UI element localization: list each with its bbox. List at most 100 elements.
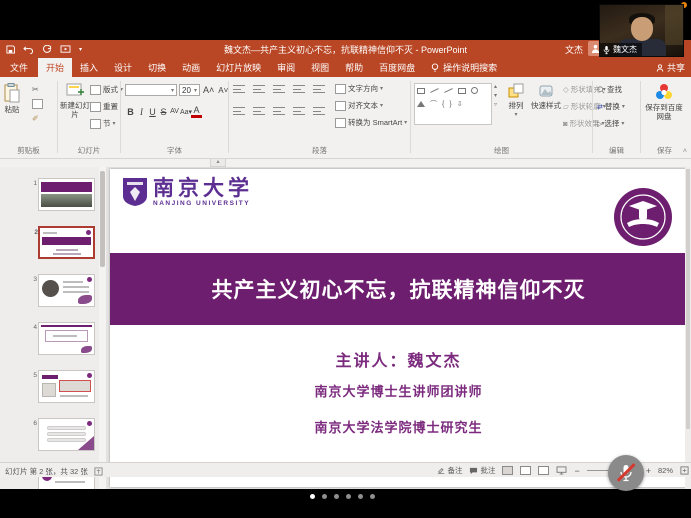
fit-to-window-icon[interactable] [680, 466, 689, 475]
section-button[interactable]: 节▾ [90, 118, 116, 129]
char-spacing-icon[interactable]: AV [169, 108, 180, 115]
view-slideshow-button[interactable] [556, 466, 567, 475]
speaker-title-2[interactable]: 南京大学法学院博士研究生 [110, 417, 687, 436]
thumbnail-slide-1[interactable]: 1 [38, 178, 95, 211]
floating-mic-muted-button[interactable] [608, 455, 644, 491]
grow-font-icon[interactable]: A˄ [203, 85, 214, 95]
view-normal-button[interactable] [502, 466, 513, 475]
scrollbar-thumb[interactable] [686, 169, 690, 429]
thumbnail-slide-4[interactable]: 4 [38, 322, 95, 355]
save-to-baidu-pan-button[interactable]: 保存到百度网盘 [645, 83, 683, 121]
change-case-icon[interactable]: Aa▾ [180, 108, 191, 116]
zoom-in-button[interactable]: + [646, 466, 651, 476]
zoom-level[interactable]: 82% [658, 466, 673, 475]
tab-slideshow[interactable]: 幻灯片放映 [208, 58, 269, 77]
align-left-icon[interactable] [233, 107, 245, 115]
replace-button[interactable]: ⇄ 替换▾ [597, 101, 625, 112]
scrollbar-thumb[interactable] [100, 171, 105, 267]
layout-button[interactable]: 版式▾ [90, 84, 123, 95]
thumbnail-slide-3[interactable]: 3 [38, 274, 95, 307]
tab-review[interactable]: 审阅 [269, 58, 303, 77]
shape-rectangle-icon[interactable] [458, 88, 466, 94]
justify-icon[interactable] [293, 107, 305, 115]
tab-design[interactable]: 设计 [106, 58, 140, 77]
slide-title-banner[interactable]: 共产主义初心不忘，抗联精神信仰不灭 [110, 253, 687, 325]
tab-baidu-pan[interactable]: 百度网盘 [371, 58, 423, 77]
columns-icon[interactable] [313, 107, 325, 115]
select-button[interactable]: ▷ 选择▾ [597, 118, 624, 129]
quick-styles-button[interactable]: 快速样式 [531, 83, 561, 110]
tell-me-search[interactable]: 操作说明搜索 [423, 58, 505, 77]
speaker-title-1[interactable]: 南京大学博士生讲师团讲师 [110, 381, 687, 400]
text-direction-button[interactable]: 文字方向▾ [335, 83, 383, 94]
thumbnail-scrollbar[interactable] [99, 167, 106, 489]
notes-toggle[interactable]: 备注 [437, 465, 462, 476]
editor-scrollbar[interactable] [685, 167, 691, 489]
align-text-button[interactable]: 对齐文本▾ [335, 100, 383, 111]
tab-help[interactable]: 帮助 [337, 58, 371, 77]
font-color-icon[interactable]: A [191, 105, 202, 118]
tab-transitions[interactable]: 切换 [140, 58, 174, 77]
slide-thumbnail-panel[interactable]: 1 2 3 4 [0, 167, 99, 489]
current-slide-canvas[interactable]: 南京大学 NANJING UNIVERSITY 共产主义初心不忘，抗联精神信仰不… [110, 169, 687, 487]
shrink-font-icon[interactable]: A˅ [218, 86, 228, 95]
comments-toggle[interactable]: 批注 [469, 465, 495, 476]
shape-curve-icon[interactable]: ⌒ [430, 99, 437, 109]
format-painter-icon[interactable]: ✐ [32, 114, 43, 123]
shape-arrow-down-icon[interactable]: ⇩ [457, 100, 463, 108]
shape-arrow-icon[interactable] [444, 88, 453, 93]
italic-button[interactable]: I [136, 107, 147, 117]
shape-brace-left-icon[interactable]: { [442, 101, 444, 108]
arrange-button[interactable]: 排列▾ [503, 83, 529, 119]
bold-button[interactable]: B [125, 107, 136, 117]
account-name[interactable]: 文杰 [565, 43, 583, 56]
paste-button[interactable]: 粘贴 [4, 83, 20, 114]
bullets-icon[interactable] [233, 85, 245, 93]
thumbnail-slide-6[interactable]: 6 [38, 418, 95, 451]
tab-home[interactable]: 开始 [38, 58, 72, 77]
shape-gallery-scroll[interactable]: ▴▾▿ [494, 83, 497, 108]
page-dot[interactable] [322, 494, 327, 499]
page-dot[interactable] [370, 494, 375, 499]
share-button[interactable]: 共享 [656, 58, 685, 77]
shape-gallery[interactable]: ⌒ { } ⇩ [414, 83, 492, 125]
thumbnail-slide-5[interactable]: 5 [38, 370, 95, 403]
page-dot[interactable] [358, 494, 363, 499]
shape-textbox-icon[interactable] [417, 88, 425, 94]
view-reading-button[interactable] [538, 466, 549, 475]
shape-brace-right-icon[interactable]: } [449, 101, 451, 108]
decrease-indent-icon[interactable] [273, 85, 285, 93]
webcam-video-tile[interactable]: 魏文杰 [599, 4, 684, 57]
speaker-line[interactable]: 主讲人：魏文杰 [110, 347, 687, 371]
language-icon[interactable] [94, 467, 103, 476]
collapse-ribbon-icon[interactable]: ˄ [683, 148, 687, 155]
tab-animations[interactable]: 动画 [174, 58, 208, 77]
cut-icon[interactable]: ✂ [32, 85, 43, 94]
shape-triangle-icon[interactable] [417, 101, 425, 107]
view-slide-sorter-button[interactable] [520, 466, 531, 475]
tab-view[interactable]: 视图 [303, 58, 337, 77]
find-button[interactable]: 查找 [597, 84, 622, 95]
tab-file[interactable]: 文件 [0, 58, 38, 77]
underline-button[interactable]: U [147, 107, 158, 117]
page-dot[interactable] [346, 494, 351, 499]
align-right-icon[interactable] [273, 107, 285, 115]
thumbnail-slide-2-selected[interactable]: 2 [38, 226, 95, 259]
tab-insert[interactable]: 插入 [72, 58, 106, 77]
align-center-icon[interactable] [253, 107, 265, 115]
page-dot[interactable] [334, 494, 339, 499]
font-name-combo[interactable]: ▾ [125, 84, 177, 96]
line-spacing-icon[interactable] [313, 85, 325, 93]
ribbon-collapse-tab[interactable]: ▴ [210, 159, 226, 167]
font-size-combo[interactable]: 20▾ [179, 84, 200, 96]
zoom-out-button[interactable]: − [574, 466, 579, 476]
reset-button[interactable]: 重置 [90, 101, 118, 112]
numbering-icon[interactable] [253, 85, 265, 93]
convert-smartart-button[interactable]: 转换为 SmartArt▾ [335, 117, 407, 128]
copy-icon[interactable] [32, 99, 43, 109]
shape-oval-icon[interactable] [471, 87, 478, 94]
strikethrough-button[interactable]: S [158, 107, 169, 117]
page-dot-active[interactable] [310, 494, 315, 499]
shape-line-icon[interactable] [430, 88, 439, 93]
slide-counter[interactable]: 幻灯片 第 2 张，共 32 张 [5, 466, 88, 477]
